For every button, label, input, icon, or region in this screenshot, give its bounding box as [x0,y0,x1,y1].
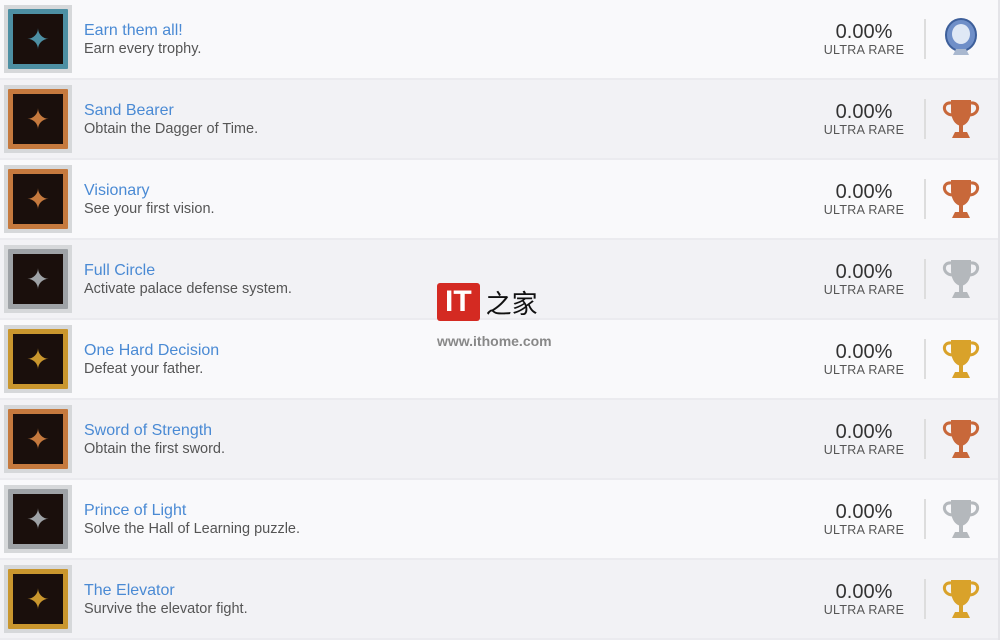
trophy-title[interactable]: Sand Bearer [84,101,814,120]
watermark: IT 之家 www.ithome.com [437,283,567,349]
rarity-label: ULTRA RARE [823,523,905,537]
rarity-label: ULTRA RARE [823,203,905,217]
divider [924,579,926,619]
trophy-row[interactable]: ✦ Sword of Strength Obtain the first swo… [0,400,998,480]
logo-cn: 之家 [485,289,538,320]
trophy-title[interactable]: Earn them all! [84,21,814,40]
ithome-logo: IT 之家 [437,283,567,321]
trophy-image: ✦ [4,325,72,393]
rarity: 0.00% ULTRA RARE [814,101,914,137]
trophy-image: ✦ [4,405,72,473]
divider [924,19,926,59]
trophy-row[interactable]: ✦ Earn them all! Earn every trophy. 0.00… [0,0,998,80]
rarity-label: ULTRA RARE [823,363,905,377]
divider [924,339,926,379]
rarity-label: ULTRA RARE [823,603,905,617]
trophy-title[interactable]: Visionary [84,181,814,200]
trophy-description: Obtain the Dagger of Time. [84,120,259,137]
rarity-percent: 0.00% [835,21,893,43]
rarity: 0.00% ULTRA RARE [814,341,914,377]
trophy-info: Sand Bearer Obtain the Dagger of Time. [84,101,814,138]
divider [924,419,926,459]
rarity: 0.00% ULTRA RARE [814,21,914,57]
rarity-percent: 0.00% [835,421,893,443]
trophy-image: ✦ [4,245,72,313]
logo-it: IT [437,283,480,321]
trophy-row[interactable]: ✦ Prince of Light Solve the Hall of Lear… [0,480,998,560]
trophy-title[interactable]: Sword of Strength [84,421,814,440]
rarity-label: ULTRA RARE [823,443,905,457]
trophy-info: The Elevator Survive the elevator fight. [84,581,814,618]
rarity-percent: 0.00% [835,181,893,203]
trophy-title[interactable]: The Elevator [84,581,814,600]
trophy-image: ✦ [4,565,72,633]
trophy-info: Earn them all! Earn every trophy. [84,21,814,58]
trophy-info: Sword of Strength Obtain the first sword… [84,421,814,458]
watermark-url: www.ithome.com [437,333,552,349]
rarity: 0.00% ULTRA RARE [814,501,914,537]
rarity-label: ULTRA RARE [823,43,905,57]
trophy-image: ✦ [4,5,72,73]
bronze-trophy-icon [936,414,986,464]
trophy-title[interactable]: Prince of Light [84,501,814,520]
divider [924,499,926,539]
trophy-title[interactable]: Full Circle [84,261,814,280]
gold-trophy-icon [936,334,986,384]
rarity: 0.00% ULTRA RARE [814,421,914,457]
bronze-trophy-icon [936,94,986,144]
rarity-percent: 0.00% [835,101,893,123]
trophy-description: See your first vision. [84,200,215,217]
trophy-description: Earn every trophy. [84,40,202,57]
rarity-label: ULTRA RARE [823,123,905,137]
trophy-info: Visionary See your first vision. [84,181,814,218]
rarity-label: ULTRA RARE [823,283,905,297]
divider [924,99,926,139]
rarity-percent: 0.00% [835,341,893,363]
rarity: 0.00% ULTRA RARE [814,261,914,297]
trophy-description: Defeat your father. [84,360,204,377]
rarity-percent: 0.00% [835,581,893,603]
rarity: 0.00% ULTRA RARE [814,181,914,217]
trophy-description: Obtain the first sword. [84,440,226,457]
rarity: 0.00% ULTRA RARE [814,581,914,617]
gold-trophy-icon [936,574,986,624]
divider [924,179,926,219]
trophy-row[interactable]: ✦ Visionary See your first vision. 0.00%… [0,160,998,240]
platinum-trophy-icon [936,14,986,64]
trophy-description: Solve the Hall of Learning puzzle. [84,520,301,537]
trophy-image: ✦ [4,485,72,553]
silver-trophy-icon [936,494,986,544]
silver-trophy-icon [936,254,986,304]
trophy-image: ✦ [4,165,72,233]
trophy-row[interactable]: ✦ The Elevator Survive the elevator figh… [0,560,998,640]
rarity-percent: 0.00% [835,261,893,283]
rarity-percent: 0.00% [835,501,893,523]
divider [924,259,926,299]
trophy-description: Survive the elevator fight. [84,600,248,617]
trophy-row[interactable]: ✦ Sand Bearer Obtain the Dagger of Time.… [0,80,998,160]
trophy-image: ✦ [4,85,72,153]
trophy-info: Prince of Light Solve the Hall of Learni… [84,501,814,538]
bronze-trophy-icon [936,174,986,224]
